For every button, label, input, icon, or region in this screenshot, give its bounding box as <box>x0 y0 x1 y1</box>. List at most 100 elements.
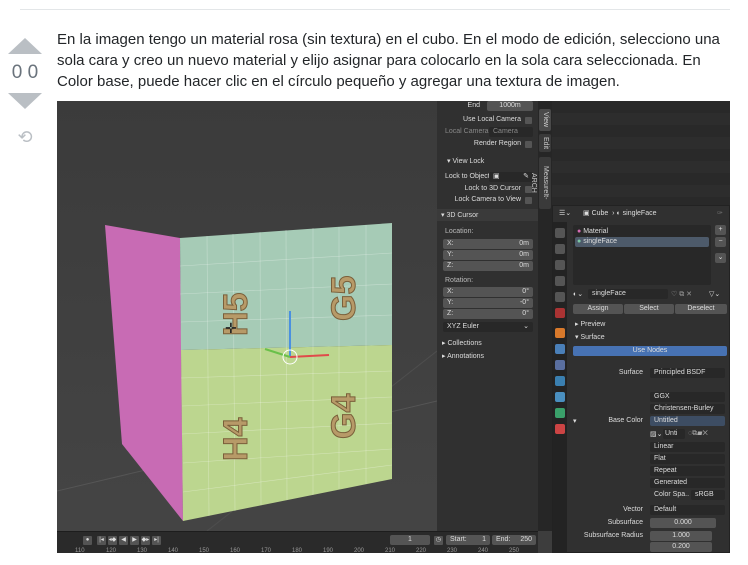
use-local-camera-checkbox[interactable] <box>525 117 532 124</box>
annotations-header[interactable]: ▸ Annotations <box>442 352 484 360</box>
distribution-dropdown[interactable]: GGX <box>650 392 725 402</box>
material-tab-icon[interactable] <box>555 424 565 434</box>
view-layer-tab-icon[interactable] <box>555 276 565 286</box>
downvote-button[interactable] <box>8 93 42 109</box>
slot-material[interactable]: ● Material <box>577 228 608 235</box>
next-key-button[interactable]: ◆▸ <box>141 536 150 545</box>
subsurface-radius-x[interactable]: 1.000 <box>650 531 712 541</box>
play-reverse-button[interactable]: ◀ <box>119 536 128 545</box>
material-name-field[interactable]: singleFace <box>588 289 668 299</box>
tab-view[interactable]: View <box>539 109 551 131</box>
select-button[interactable]: Select <box>624 304 674 314</box>
deselect-button[interactable]: Deselect <box>675 304 727 314</box>
prev-key-button[interactable]: ◂◆ <box>108 536 117 545</box>
view-lock-label: View Lock <box>452 158 485 165</box>
location-x-field[interactable]: X: 0m <box>443 239 533 249</box>
subsurface-field[interactable]: 0.000 <box>650 518 716 528</box>
pin-icon[interactable]: ✑ <box>717 209 723 217</box>
render-tab-icon[interactable] <box>555 244 565 254</box>
tool-tab-icon[interactable] <box>555 228 565 238</box>
timeline-tick: 160 <box>230 548 241 553</box>
current-frame-field[interactable]: 1 <box>390 535 430 545</box>
subsurface-method-dropdown[interactable]: Christensen-Burley <box>650 404 725 414</box>
subsurface-label: Subsurface <box>607 519 643 526</box>
lock-3d-cursor-label: Lock to 3D Cursor <box>464 185 521 192</box>
output-tab-icon[interactable] <box>555 260 565 270</box>
rotation-mode-dropdown[interactable]: XYZ Euler ⌄ <box>443 322 533 332</box>
scene-tab-icon[interactable] <box>555 292 565 302</box>
stopwatch-icon[interactable]: ◷ <box>434 536 443 545</box>
jump-end-button[interactable]: ▸| <box>152 536 161 545</box>
world-tab-icon[interactable] <box>555 308 565 318</box>
preview-panel-header[interactable]: ▸ Preview <box>575 320 605 328</box>
slot-singleface[interactable]: ● singleFace <box>575 237 709 247</box>
constraints-tab-icon[interactable] <box>555 392 565 402</box>
history-icon[interactable]: ⟲ <box>5 127 45 148</box>
interpolation-dropdown[interactable]: Linear <box>650 442 725 452</box>
location-z-field[interactable]: Z: 0m <box>443 261 533 271</box>
post-body: En la imagen tengo un material rosa (sin… <box>57 31 720 90</box>
timeline-tick: 250 <box>509 548 520 553</box>
modifier-tab-icon[interactable] <box>555 344 565 354</box>
label-h4: H4 <box>217 417 255 461</box>
tab-measureit[interactable]: MeasureIt-ARCH <box>530 157 551 209</box>
lock-to-object-label: Lock to Object <box>445 173 490 180</box>
surface-shader-field[interactable]: Principled BSDF <box>650 368 725 378</box>
source-dropdown[interactable]: Generated <box>650 478 725 488</box>
base-color-field[interactable]: Untitled <box>650 416 725 426</box>
3d-cursor-header[interactable]: ▾ 3D Cursor <box>437 209 538 221</box>
end-frame-field[interactable]: End: 250 <box>492 535 536 545</box>
fake-user-duplicate-unlink-icons[interactable]: ♡ ⧉ ✕ <box>671 290 692 299</box>
image-browse-icon[interactable]: ▨⌄ <box>650 430 662 438</box>
location-y-field[interactable]: Y: 0m <box>443 250 533 260</box>
rotation-y-field[interactable]: Y: -0° <box>443 298 533 308</box>
material-browse-icon[interactable]: ◐⌄ <box>573 290 583 298</box>
projection-dropdown[interactable]: Flat <box>650 454 725 464</box>
cube-render: H5 G5 H4 G4 ✛ <box>57 223 438 532</box>
play-button[interactable]: ▶ <box>130 536 139 545</box>
image-name-field[interactable]: Unti <box>663 429 685 439</box>
image-actions-icons[interactable]: ◌⧉▰✕ <box>688 430 708 438</box>
timeline-tick: 170 <box>261 548 272 553</box>
timeline: ● |◂ ◂◆ ◀ ▶ ◆▸ ▸| 1 ◷ Start: 1 End: 250 11… <box>57 531 538 553</box>
color-space-dropdown[interactable]: sRGB <box>691 490 725 500</box>
divider <box>20 9 730 10</box>
link-dropdown-icon[interactable]: ▽⌄ <box>709 290 720 298</box>
upvote-button[interactable] <box>8 38 42 54</box>
subsurface-radius-label: Subsurface Radius <box>583 532 643 539</box>
lock-camera-view-checkbox[interactable] <box>525 197 532 204</box>
object-tab-icon[interactable] <box>555 328 565 338</box>
add-slot-button[interactable]: + <box>715 225 726 235</box>
remove-slot-button[interactable]: − <box>715 237 726 247</box>
rotation-x-field[interactable]: X: 0° <box>443 287 533 297</box>
jump-start-button[interactable]: |◂ <box>97 536 106 545</box>
rotation-label: Rotation: <box>445 277 474 284</box>
timeline-ruler: 110 120 130 140 150 160 170 180 190 200 210 220 230 2… <box>57 548 538 553</box>
local-camera-field[interactable]: Camera <box>489 127 533 137</box>
particles-tab-icon[interactable] <box>555 360 565 370</box>
record-button[interactable]: ● <box>83 536 92 545</box>
render-region-checkbox[interactable] <box>525 141 532 148</box>
end-label: End <box>467 102 480 109</box>
physics-tab-icon[interactable] <box>555 376 565 386</box>
use-nodes-button[interactable]: Use Nodes <box>573 346 727 356</box>
collections-header[interactable]: ▸ Collections <box>442 339 482 347</box>
timeline-tick: 240 <box>478 548 489 553</box>
slot-menu-button[interactable]: ⌄ <box>715 253 726 263</box>
breadcrumb: ▣ Cube › ◐ singleFace <box>583 210 657 217</box>
editor-type-icon[interactable]: ☰⌄ <box>559 209 571 217</box>
subsurface-radius-y[interactable]: 0.200 <box>650 542 712 552</box>
clip-end-field[interactable]: 1000m <box>487 101 533 111</box>
location-label: Location: <box>445 228 474 235</box>
extension-dropdown[interactable]: Repeat <box>650 466 725 476</box>
assign-button[interactable]: Assign <box>573 304 623 314</box>
rotation-z-field[interactable]: Z: 0° <box>443 309 533 319</box>
surface-panel-header[interactable]: ▾ Surface <box>575 333 605 341</box>
timeline-tick: 180 <box>292 548 303 553</box>
timeline-tick: 200 <box>354 548 365 553</box>
view-lock-header[interactable]: ▾ View Lock <box>447 157 484 165</box>
start-frame-field[interactable]: Start: 1 <box>446 535 490 545</box>
data-tab-icon[interactable] <box>555 408 565 418</box>
vector-field[interactable]: Default <box>650 505 725 515</box>
tab-edit[interactable]: Edit <box>539 134 551 152</box>
